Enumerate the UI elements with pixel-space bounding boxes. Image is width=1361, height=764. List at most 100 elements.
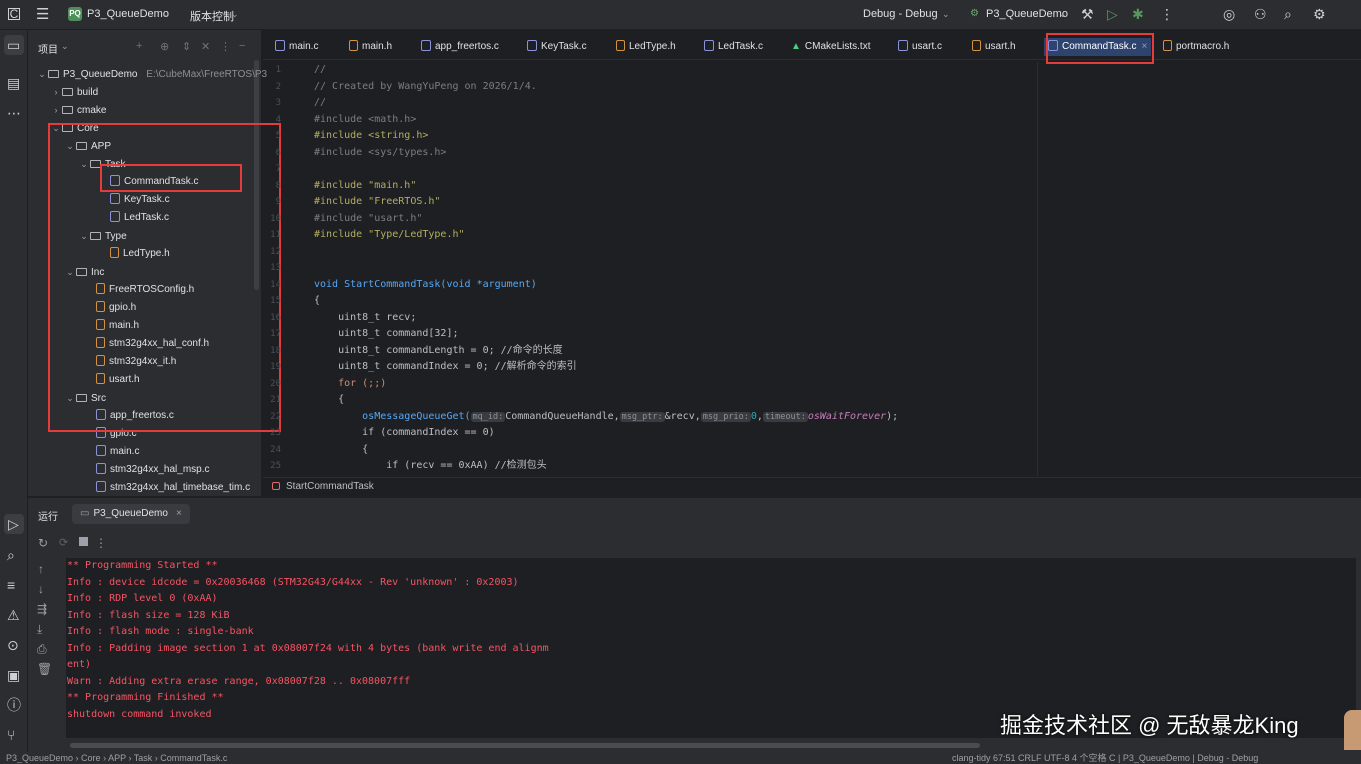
close-icon[interactable]: ×	[176, 508, 182, 519]
stop-icon[interactable]	[79, 537, 88, 546]
tab-main-c[interactable]: main.c	[275, 38, 318, 56]
tab-keytask-c[interactable]: KeyTask.c	[527, 38, 587, 56]
tab-ledtype-h[interactable]: LedType.h	[616, 38, 676, 56]
run-panel-title: 运行	[38, 512, 58, 523]
todo-list-icon[interactable]: ≡	[7, 578, 15, 592]
locate-icon[interactable]: ⊕	[160, 40, 169, 53]
ai-assistant-icon[interactable]: ◎	[1223, 7, 1235, 21]
tree-item-root[interactable]: ⌄ P3_QueueDemo E:\CubeMax\FreeRTOS\P3	[36, 65, 267, 83]
title-bar: C ☰ PQ P3_QueueDemo ⌄ 版本控制 ⌄ Debug - Deb…	[0, 0, 1361, 30]
help-icon[interactable]: ⓘ	[7, 698, 21, 712]
soft-wrap-icon[interactable]: ⇶	[37, 602, 47, 616]
run-tab[interactable]: ▭ P3_QueueDemo ×	[72, 504, 190, 524]
code-line: // Created by WangYuPeng on 2026/1/4.	[314, 80, 537, 92]
vcs-menu[interactable]: 版本控制	[190, 8, 234, 24]
code-line: //	[314, 97, 327, 108]
tree-item-hal-timebase-c[interactable]: stm32g4xx_hal_timebase_tim.c	[96, 479, 250, 495]
expand-all-icon[interactable]: ⇕	[182, 40, 191, 53]
h-file-icon	[616, 40, 625, 51]
services-icon[interactable]: ⊙	[7, 638, 19, 652]
add-icon[interactable]: +	[136, 40, 142, 52]
scroll-end-icon[interactable]: ⤓	[37, 622, 42, 637]
tab-usart-h[interactable]: usart.h	[972, 38, 1016, 56]
trash-icon[interactable]: 🗑	[37, 662, 52, 676]
tab-usart-c[interactable]: usart.c	[898, 38, 942, 56]
tab-app-freertos-c[interactable]: app_freertos.c	[421, 38, 499, 56]
structure-icon[interactable]: ▤	[7, 76, 20, 90]
breadcrumb-item[interactable]: Task	[134, 753, 153, 763]
problems-icon[interactable]: ⚠	[7, 608, 20, 622]
code-line: #include <math.h>	[314, 113, 417, 125]
code-text: osMessageQueueGet(	[314, 410, 471, 422]
tab-cmakelists[interactable]: ▲ CMakeLists.txt	[791, 38, 870, 56]
run-tool-icon[interactable]: ▷	[8, 517, 19, 531]
gear-icon[interactable]: ⚙	[1313, 7, 1326, 21]
c-file-icon	[96, 481, 106, 492]
project-switcher[interactable]: P3_QueueDemo	[87, 8, 169, 20]
breadcrumb-item[interactable]: APP	[108, 753, 126, 763]
tree-item-main-c[interactable]: main.c	[96, 443, 139, 461]
tab-portmacro-h[interactable]: portmacro.h	[1163, 38, 1229, 56]
collapse-all-icon[interactable]: ✕	[201, 40, 210, 53]
options-icon[interactable]: ⋮	[220, 40, 231, 53]
arrow-up-icon[interactable]: ↑	[38, 562, 44, 576]
arrow-down-icon[interactable]: ↓	[38, 582, 44, 596]
rerun-failed-icon[interactable]: ⟳	[59, 536, 68, 549]
status-right-info[interactable]: clang-tidy 67:51 CRLF UTF-8 4 个空格 C | P3…	[952, 752, 1258, 764]
console-line: ent)	[67, 659, 92, 670]
find-icon[interactable]: ⌕	[7, 548, 15, 562]
debug-bug-icon[interactable]: ✱	[1132, 6, 1144, 23]
console-line: Info : RDP level 0 (0xAA)	[67, 593, 218, 604]
tab-main-h[interactable]: main.h	[349, 38, 392, 56]
folder-icon[interactable]: ▭	[7, 38, 20, 52]
terminal-icon[interactable]: ▣	[7, 668, 20, 682]
run-icon[interactable]: ▷	[1107, 6, 1118, 23]
chevron-down-icon[interactable]: ⌄	[1059, 9, 1067, 20]
run-side-toolbar: ↑ ↓ ⇶ ⤓ ⎙ 🗑	[28, 528, 58, 753]
highlight-box-active-tab	[1046, 33, 1154, 64]
build-hammer-icon[interactable]: ⚒	[1081, 7, 1094, 21]
tree-item-cmake[interactable]: › cmake	[50, 101, 107, 119]
tab-label: main.h	[362, 41, 393, 52]
run-config-selector[interactable]: Debug - Debug	[863, 8, 938, 20]
tree-item-hal-msp-c[interactable]: stm32g4xx_hal_msp.c	[96, 461, 210, 479]
code-line: uint8_t command[32];	[314, 328, 459, 339]
console-line: shutdown command invoked	[67, 708, 212, 720]
breadcrumb-item[interactable]: CommandTask.c	[160, 753, 227, 763]
breadcrumb-item[interactable]: Core	[81, 753, 101, 763]
code-line: if (recv == 0xAA) //检测包头	[314, 460, 547, 471]
search-icon[interactable]: ⌕	[1284, 7, 1292, 21]
git-icon[interactable]: ⑂	[7, 728, 15, 742]
project-badge: PQ	[68, 7, 82, 21]
more-actions-icon[interactable]: ⋮	[1160, 7, 1174, 21]
add-user-icon[interactable]: ⚇	[1254, 7, 1267, 21]
code-line: osMessageQueueGet(mq_id: CommandQueueHand…	[314, 410, 899, 422]
console-scrollbar[interactable]	[70, 743, 980, 748]
function-breadcrumb[interactable]: StartCommandTask	[263, 477, 1361, 495]
code-line: #include <sys/types.h>	[314, 146, 447, 158]
console-line: ** Programming Finished **	[67, 692, 224, 703]
tab-ledtask-c[interactable]: LedTask.c	[704, 38, 763, 56]
hide-icon[interactable]: −	[239, 40, 245, 52]
chevron-down-icon[interactable]: ⌄	[61, 41, 69, 52]
function-icon	[272, 482, 280, 490]
code-editor[interactable]: // // Created by WangYuPeng on 2026/1/4.…	[314, 62, 1036, 476]
c-file-icon	[898, 40, 908, 51]
param-hint: timeout:	[762, 411, 808, 422]
app-logo-icon: C	[8, 7, 20, 21]
chevron-down-icon[interactable]: ⌄	[231, 9, 239, 20]
more-tools-icon[interactable]: ⋯	[7, 106, 21, 120]
project-panel-title[interactable]: 项目	[38, 41, 58, 56]
code-line: {	[314, 394, 345, 405]
breadcrumb-item[interactable]: P3_QueueDemo	[6, 753, 73, 763]
breadcrumb-function[interactable]: StartCommandTask	[286, 479, 374, 495]
tree-item-build[interactable]: › build	[50, 83, 99, 101]
chevron-down-icon[interactable]: ⌄	[942, 9, 950, 20]
c-file-icon	[421, 40, 431, 51]
main-menu-icon[interactable]: ☰	[36, 7, 49, 22]
more-actions-icon[interactable]: ⋮	[95, 536, 107, 550]
chevron-down-icon[interactable]: ⌄	[161, 9, 169, 20]
console-line: Info : flash mode : single-bank	[67, 626, 254, 637]
print-icon[interactable]: ⎙	[37, 642, 47, 657]
target-selector[interactable]: P3_QueueDemo	[986, 8, 1068, 20]
